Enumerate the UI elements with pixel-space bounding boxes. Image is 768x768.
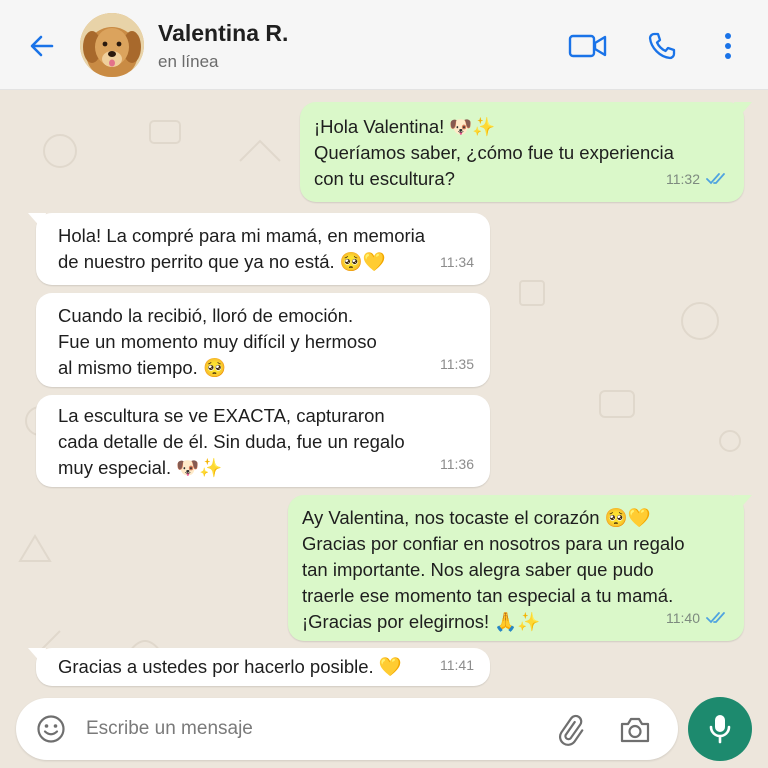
message-meta: 11:32 [666, 166, 728, 192]
read-ticks-icon [706, 612, 725, 624]
message-text: Gracias a ustedes por hacerlo posible. 💛 [58, 656, 402, 677]
bubble-tail [734, 495, 752, 511]
message-composer [16, 698, 678, 760]
message-time: 11:40 [666, 610, 700, 626]
video-call-icon[interactable] [568, 32, 608, 60]
message-meta: 11:36 [440, 451, 474, 477]
bubble-tail [28, 213, 46, 229]
message-bubble-incoming[interactable]: Cuando la recibió, lloró de emoción. Fue… [36, 293, 490, 387]
read-ticks-icon [706, 173, 725, 185]
contact-name[interactable]: Valentina R. [158, 20, 288, 47]
camera-icon[interactable] [618, 714, 652, 746]
more-vertical-icon[interactable] [716, 30, 740, 62]
bubble-tail [734, 102, 752, 118]
message-bubble-outgoing[interactable]: Ay Valentina, nos tocaste el corazón 🥺💛 … [288, 495, 752, 641]
back-arrow-icon[interactable] [26, 30, 58, 62]
message-bubble-incoming[interactable]: La escultura se ve EXACTA, capturaron ca… [36, 395, 490, 487]
mic-button[interactable] [688, 697, 752, 761]
mic-icon [709, 715, 731, 744]
message-meta: 11:41 [440, 652, 474, 678]
message-meta: 11:35 [440, 351, 474, 377]
message-meta: 11:40 [666, 605, 728, 631]
message-time: 11:34 [440, 254, 474, 270]
message-time: 11:36 [440, 456, 474, 472]
message-bubble-incoming[interactable]: Gracias a ustedes por hacerlo posible. 💛… [28, 648, 490, 686]
attach-icon[interactable] [554, 714, 586, 746]
dog-avatar-image [80, 13, 144, 77]
phone-icon[interactable] [646, 30, 678, 62]
contact-status: en línea [158, 52, 219, 71]
message-text: Hola! La compré para mi mamá, en memoria… [58, 225, 426, 272]
message-meta: 11:34 [440, 249, 474, 275]
emoji-icon[interactable] [36, 714, 66, 744]
avatar[interactable] [80, 13, 144, 77]
message-time: 11:35 [440, 356, 474, 372]
message-time: 11:41 [440, 657, 474, 673]
bubble-tail [28, 648, 46, 664]
message-text: Cuando la recibió, lloró de emoción. Fue… [58, 305, 377, 378]
message-text: La escultura se ve EXACTA, capturaron ca… [58, 405, 405, 478]
message-bubble-outgoing[interactable]: ¡Hola Valentina! 🐶✨ Queríamos saber, ¿có… [300, 102, 752, 202]
message-bubble-incoming[interactable]: Hola! La compré para mi mamá, en memoria… [28, 213, 490, 285]
message-input[interactable] [86, 711, 526, 747]
chat-header: Valentina R. en línea [0, 0, 768, 90]
message-time: 11:32 [666, 171, 700, 187]
